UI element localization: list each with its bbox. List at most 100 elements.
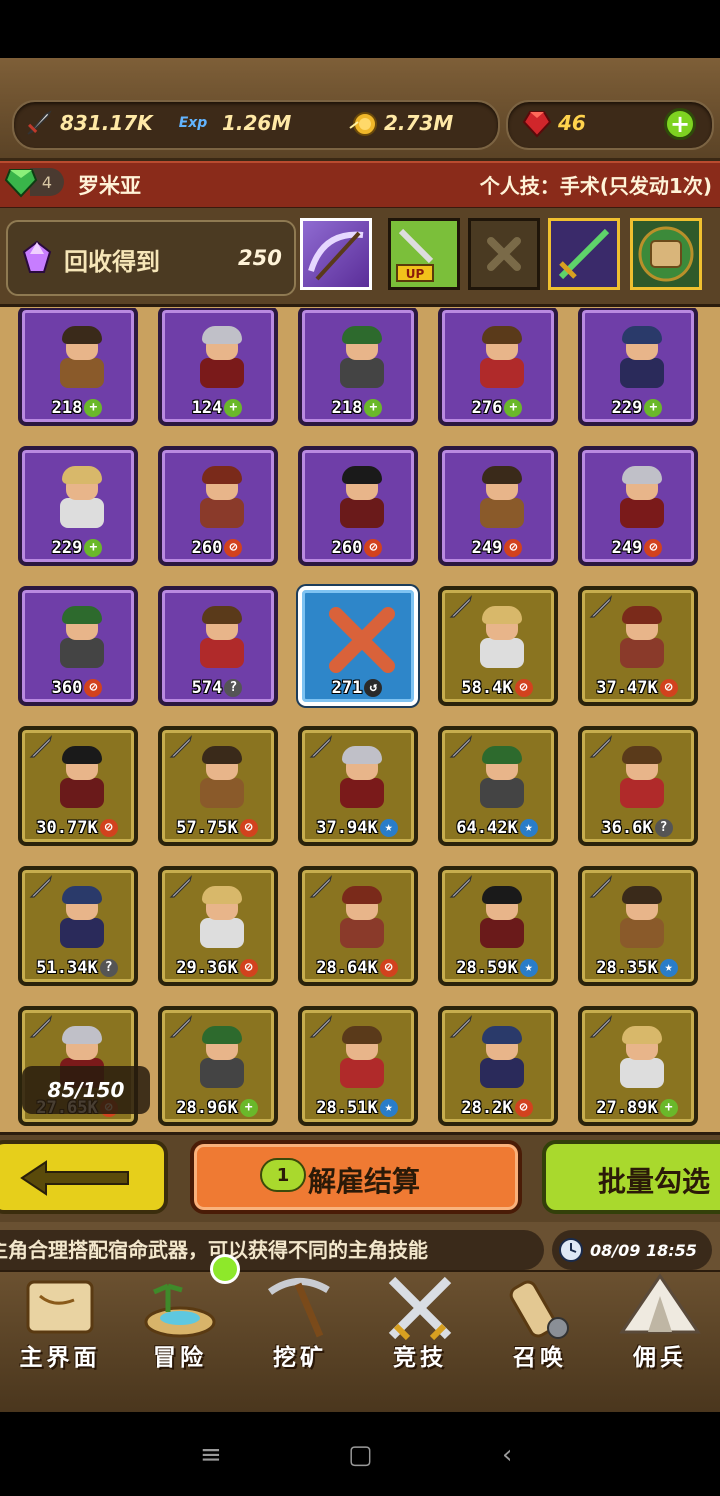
plus-badge-icon: +: [84, 539, 103, 557]
gold-coin-icon: [349, 112, 377, 136]
weapon-sword-icon: [169, 875, 193, 898]
mercenary-card[interactable]: 574?: [158, 586, 278, 706]
mercenary-grid: 218 +124 +218 +276 +229 +229 +260 ⊘ 260 ⊘ 249 ⊘ 249 ⊘…: [18, 308, 702, 1138]
menu-icon[interactable]: ≡: [200, 1440, 222, 1470]
clock-icon: [559, 1238, 583, 1262]
batch-select-button[interactable]: 批量勾选: [542, 1140, 720, 1214]
mercenary-card[interactable]: 249 ⊘: [578, 446, 698, 566]
mercenary-sprite: [52, 466, 112, 528]
nav-label: 挖矿: [273, 1345, 327, 1371]
exp-icon: Exp: [178, 115, 208, 131]
mercenary-card[interactable]: 360 ⊘: [18, 586, 138, 706]
question-badge-icon: ?: [224, 679, 243, 697]
question-badge-icon: ?: [654, 819, 673, 837]
mercenary-card[interactable]: 260 ⊘: [298, 446, 418, 566]
tip-ticker: 主角合理搭配宿命武器，可以获得不同的主角技能: [0, 1230, 544, 1270]
home-icon[interactable]: ▢: [348, 1440, 373, 1470]
slash-badge-icon: ⊘: [84, 679, 103, 697]
scroll-map-icon: [638, 226, 694, 282]
empty-slot[interactable]: [468, 218, 540, 290]
mercenary-card[interactable]: 37.94K ★: [298, 726, 418, 846]
ruby-icon: [522, 111, 552, 138]
mercenary-card[interactable]: 28.96K +: [158, 1006, 278, 1126]
phone-status-bar: [0, 0, 720, 58]
mercenary-sprite: [612, 466, 672, 528]
nav-mining[interactable]: 挖矿: [240, 1272, 360, 1376]
nav-arena[interactable]: 竞技: [360, 1272, 480, 1376]
plus-badge-icon: +: [644, 399, 663, 417]
mercenary-level: 51.34K?: [26, 958, 128, 978]
back-button[interactable]: [0, 1140, 168, 1214]
mercenary-level-value: 57.75K: [176, 818, 238, 838]
mercenary-level: 27.89K +: [586, 1098, 688, 1118]
mercenary-card[interactable]: 57.75K ⊘: [158, 726, 278, 846]
scroll-slot[interactable]: [630, 218, 702, 290]
nav-label: 佣兵: [633, 1345, 687, 1371]
mercenary-card[interactable]: 28.51K ★: [298, 1006, 418, 1126]
nav-adventure[interactable]: 冒险: [120, 1272, 240, 1376]
star-badge-icon: ★: [519, 819, 538, 837]
mercenary-card[interactable]: 37.47K ⊘: [578, 586, 698, 706]
mercenary-level-value: 574: [191, 678, 223, 698]
nav-mercenary[interactable]: 佣兵: [600, 1272, 720, 1376]
mercenary-sprite: [472, 886, 532, 948]
mercenary-card[interactable]: 260 ⊘: [158, 446, 278, 566]
slash-badge-icon: ⊘: [364, 539, 383, 557]
mercenary-level-value: 124: [191, 398, 223, 418]
nav-label: 主界面: [19, 1345, 101, 1371]
summon-scroll-icon: [509, 1280, 569, 1339]
mercenary-card[interactable]: 28.64K ⊘: [298, 866, 418, 986]
mercenary-sprite: [472, 1026, 532, 1088]
dismiss-settle-button[interactable]: 1 解雇结算: [190, 1140, 522, 1214]
attack-value: 831.17K: [60, 111, 153, 135]
dismiss-count-badge: 1: [260, 1158, 306, 1192]
left-arrow-icon: [20, 1160, 129, 1196]
mercenary-card[interactable]: 218 +: [298, 308, 418, 426]
mercenary-sprite: [472, 606, 532, 668]
mercenary-card[interactable]: 28.2K ⊘: [438, 1006, 558, 1126]
mercenary-level-value: 260: [191, 538, 223, 558]
mercenary-level: 249 ⊘: [446, 538, 548, 558]
gold-value: 2.73M: [384, 111, 454, 135]
star-badge-icon: ★: [379, 1099, 398, 1117]
nav-main[interactable]: 主界面: [0, 1272, 120, 1376]
mercenary-card[interactable]: 124 +: [158, 308, 278, 426]
plus-badge-icon: +: [239, 1099, 258, 1117]
mercenary-card[interactable]: 29.36K ⊘: [158, 866, 278, 986]
mercenary-level-value: 27.89K: [596, 1098, 658, 1118]
mercenary-card[interactable]: 64.42K ★: [438, 726, 558, 846]
mercenary-level: 260 ⊘: [306, 538, 408, 558]
mercenary-sprite: [472, 746, 532, 808]
mercenary-card[interactable]: 218 +: [18, 308, 138, 426]
back-icon[interactable]: ‹: [502, 1440, 512, 1470]
mercenary-level: 28.59K ★: [446, 958, 548, 978]
mercenary-sprite: [472, 466, 532, 528]
plus-badge-icon: +: [84, 399, 103, 417]
plus-badge-icon: +: [504, 399, 523, 417]
green-sword-slot[interactable]: [548, 218, 620, 290]
arrow-badge-icon: ↺: [364, 679, 383, 697]
mercenary-card[interactable]: 58.4K ⊘: [438, 586, 558, 706]
mercenary-card[interactable]: 271 ↺: [298, 586, 418, 706]
mercenary-level: 218 +: [26, 398, 128, 418]
mercenary-card[interactable]: 51.34K?: [18, 866, 138, 986]
slash-badge-icon: ⊘: [239, 819, 258, 837]
mercenary-card[interactable]: 30.77K ⊘: [18, 726, 138, 846]
weapon-sword-icon: [449, 735, 473, 758]
mercenary-card[interactable]: 28.59K ★: [438, 866, 558, 986]
mercenary-card[interactable]: 36.6K?: [578, 726, 698, 846]
add-ruby-button[interactable]: +: [664, 108, 696, 140]
mercenary-card[interactable]: 249 ⊘: [438, 446, 558, 566]
slash-badge-icon: ⊘: [239, 959, 258, 977]
mercenary-card[interactable]: 27.89K +: [578, 1006, 698, 1126]
mercenary-card[interactable]: 229 +: [578, 308, 698, 426]
nav-summon[interactable]: 召唤: [480, 1272, 600, 1376]
mercenary-sprite: [332, 326, 392, 388]
sword-up-slot[interactable]: UP: [388, 218, 460, 290]
mercenary-card[interactable]: 28.35K ★: [578, 866, 698, 986]
mercenary-level-value: 28.51K: [316, 1098, 378, 1118]
mercenary-card[interactable]: 276 +: [438, 308, 558, 426]
scythe-weapon-slot[interactable]: [300, 218, 372, 290]
mercenary-card[interactable]: 229 +: [18, 446, 138, 566]
mercenary-level-value: 28.64K: [316, 958, 378, 978]
